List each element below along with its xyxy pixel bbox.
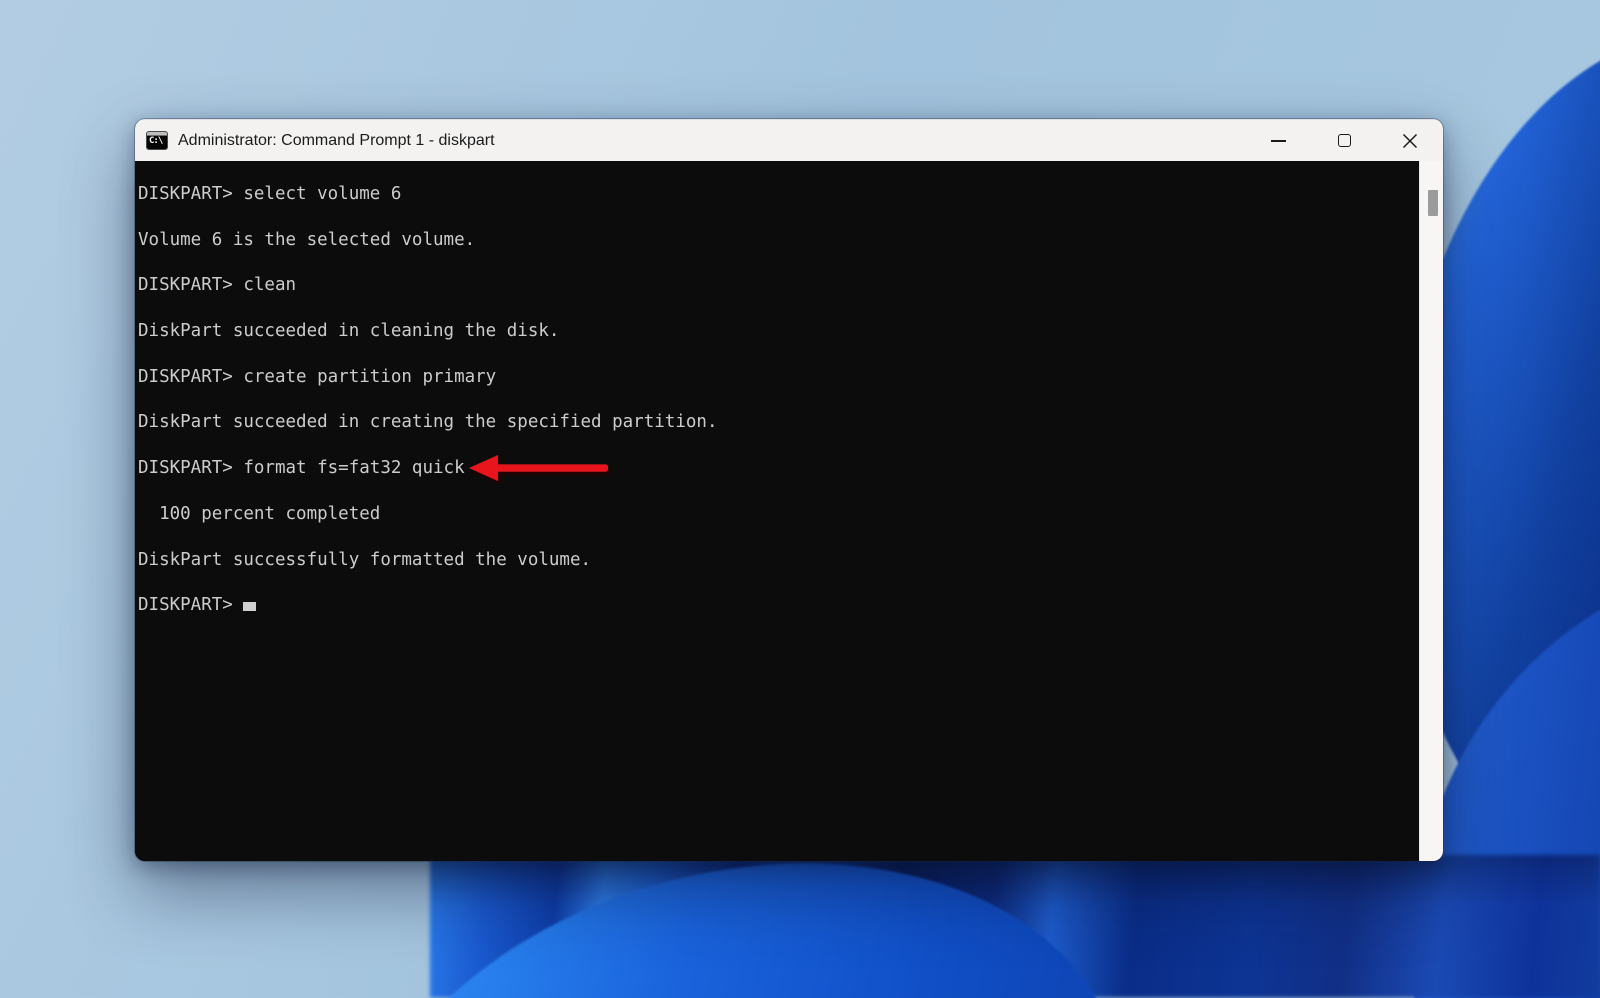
terminal-line	[138, 526, 1419, 549]
terminal-line: DISKPART> clean	[138, 274, 1419, 297]
desktop: { "window": { "title": "Administrator: C…	[0, 0, 1600, 998]
minimize-button[interactable]	[1245, 120, 1311, 161]
cmd-icon-label: C:\	[147, 136, 167, 147]
terminal-line: DiskPart successfully formatted the volu…	[138, 549, 1419, 572]
minimize-icon	[1271, 140, 1286, 142]
terminal-screen[interactable]: DISKPART> select volume 6 Volume 6 is the…	[135, 161, 1419, 861]
terminal-line: Volume 6 is the selected volume.	[138, 229, 1419, 252]
terminal-line	[138, 206, 1419, 229]
terminal-line	[138, 343, 1419, 366]
terminal-line: DISKPART>	[138, 594, 1419, 617]
window-title: Administrator: Command Prompt 1 - diskpa…	[178, 132, 495, 150]
caption-buttons	[1245, 120, 1443, 161]
wallpaper-petal-band	[430, 855, 1600, 998]
scrollbar-thumb[interactable]	[1428, 190, 1438, 216]
close-button[interactable]	[1377, 120, 1443, 161]
terminal-line	[138, 434, 1419, 457]
terminal-line	[138, 252, 1419, 275]
terminal-line	[138, 571, 1419, 594]
close-icon	[1402, 133, 1418, 149]
titlebar[interactable]: C:\ Administrator: Command Prompt 1 - di…	[135, 119, 1443, 161]
terminal-line: DISKPART> select volume 6	[138, 183, 1419, 206]
terminal-output: DISKPART> select volume 6 Volume 6 is the…	[138, 183, 1419, 617]
terminal-window: C:\ Administrator: Command Prompt 1 - di…	[135, 119, 1443, 861]
maximize-icon	[1338, 134, 1351, 147]
terminal-line: DiskPart succeeded in cleaning the disk.	[138, 320, 1419, 343]
terminal-cursor	[243, 602, 256, 611]
terminal-line: DiskPart succeeded in creating the speci…	[138, 411, 1419, 434]
terminal-line	[138, 297, 1419, 320]
terminal-line	[138, 480, 1419, 503]
terminal-line: DISKPART> create partition primary	[138, 366, 1419, 389]
scrollbar-track[interactable]	[1419, 161, 1443, 861]
terminal-line	[138, 389, 1419, 412]
terminal-line: 100 percent completed	[138, 503, 1419, 526]
terminal-line: DISKPART> format fs=fat32 quick	[138, 457, 1419, 480]
maximize-button[interactable]	[1311, 120, 1377, 161]
annotation-arrow-icon	[468, 453, 618, 485]
cmd-icon: C:\	[146, 131, 168, 150]
